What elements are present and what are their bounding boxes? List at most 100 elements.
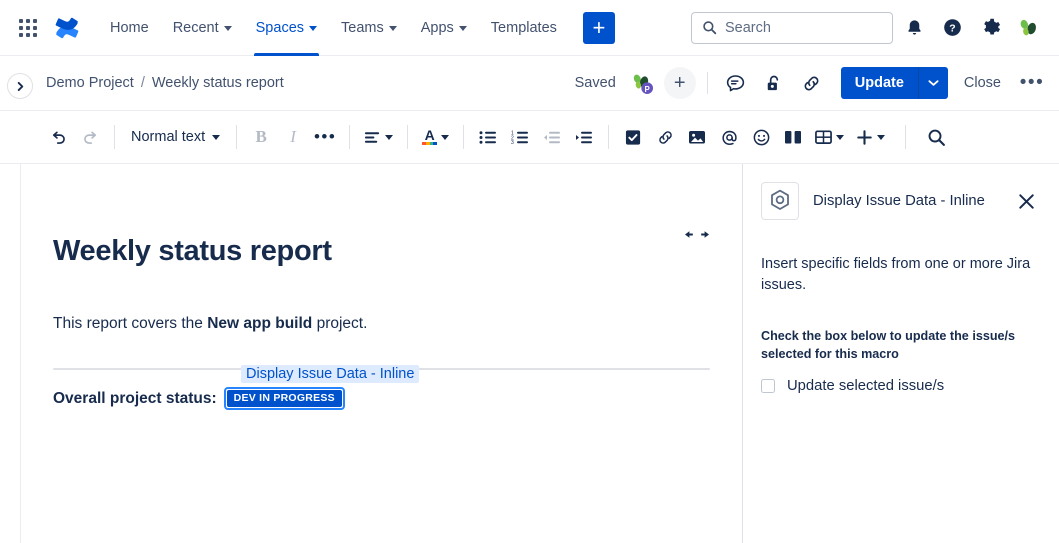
help-question-icon[interactable]: ? bbox=[935, 11, 969, 45]
page-layout-button[interactable] bbox=[777, 121, 809, 153]
breadcrumb-space[interactable]: Demo Project bbox=[46, 75, 134, 91]
add-collaborator-button[interactable]: + bbox=[663, 67, 696, 99]
expand-sidebar-button[interactable] bbox=[7, 73, 33, 99]
close-x-icon bbox=[1018, 193, 1034, 209]
search-icon bbox=[928, 129, 945, 146]
insert-link-button[interactable] bbox=[649, 121, 681, 153]
status-macro-block: Display Issue Data - Inline Overall proj… bbox=[53, 365, 711, 411]
global-nav-items: Home Recent Spaces Teams Apps Templates bbox=[98, 0, 569, 56]
bold-button[interactable]: B bbox=[245, 121, 277, 153]
svg-text:P: P bbox=[645, 84, 650, 93]
settings-gear-icon[interactable] bbox=[973, 11, 1007, 45]
divider bbox=[905, 125, 907, 149]
emoji-button[interactable] bbox=[745, 121, 777, 153]
global-nav-left: Home Recent Spaces Teams Apps Templates … bbox=[0, 0, 615, 56]
update-button[interactable]: Update bbox=[840, 67, 918, 99]
breadcrumb-separator: / bbox=[140, 75, 145, 91]
text-alignment-button[interactable] bbox=[358, 121, 399, 153]
notifications-bell-icon[interactable] bbox=[897, 11, 931, 45]
more-actions-button[interactable]: ••• bbox=[1017, 67, 1047, 99]
nav-item-home[interactable]: Home bbox=[98, 0, 161, 56]
intro-text-before: This report covers the bbox=[53, 314, 208, 332]
page-layout-icon bbox=[785, 131, 802, 144]
apps-grid-glyph bbox=[19, 18, 37, 37]
document-content: Weekly status report This report covers … bbox=[21, 164, 711, 411]
undo-button[interactable] bbox=[42, 121, 74, 153]
search-placeholder: Search bbox=[725, 19, 771, 36]
nav-item-label: Teams bbox=[341, 19, 384, 36]
confluence-editor-window: Home Recent Spaces Teams Apps Templates … bbox=[0, 0, 1059, 543]
text-style-dropdown[interactable]: Normal text bbox=[123, 121, 228, 153]
macro-update-note: Check the box below to update the issue/… bbox=[761, 329, 1016, 361]
page-header-actions: Saved P + Update Close ••• bbox=[575, 66, 1059, 100]
task-list-button[interactable] bbox=[617, 121, 649, 153]
content-width-resize-handle[interactable] bbox=[684, 228, 710, 241]
chevron-down-icon bbox=[212, 134, 221, 140]
update-selected-issues-checkbox[interactable] bbox=[761, 379, 775, 394]
chevron-down-icon bbox=[385, 134, 394, 140]
text-align-icon bbox=[365, 131, 380, 143]
macro-description: Insert specific fields from one or more … bbox=[761, 256, 1031, 293]
global-nav-right: Search ? bbox=[691, 11, 1059, 45]
divider bbox=[236, 125, 238, 149]
emoji-smiley-icon bbox=[753, 129, 770, 145]
status-macro-selection[interactable]: DEV IN PROGRESS bbox=[223, 387, 345, 411]
macro-config-title: Display Issue Data - Inline bbox=[813, 193, 985, 209]
page-header-bar: Demo Project / Weekly status report Save… bbox=[0, 56, 1059, 111]
insert-image-button[interactable] bbox=[681, 121, 713, 153]
user-avatar-icon[interactable] bbox=[1011, 11, 1045, 45]
numbered-list-button[interactable]: 1 2 3 bbox=[504, 121, 536, 153]
intro-text-after: project. bbox=[312, 314, 368, 332]
italic-button[interactable]: I bbox=[277, 121, 309, 153]
status-line: Overall project status: DEV IN PROGRESS bbox=[53, 387, 711, 411]
macro-name-label[interactable]: Display Issue Data - Inline bbox=[241, 365, 420, 384]
mention-at-icon bbox=[722, 130, 737, 145]
insert-more-button[interactable] bbox=[850, 121, 891, 153]
breadcrumb-page[interactable]: Weekly status report bbox=[152, 75, 284, 91]
search-input[interactable]: Search bbox=[691, 11, 893, 44]
text-color-button[interactable]: A bbox=[416, 121, 455, 153]
intro-paragraph[interactable]: This report covers the New app build pro… bbox=[53, 312, 711, 335]
nav-item-recent[interactable]: Recent bbox=[161, 0, 244, 56]
checkbox-task-icon bbox=[625, 129, 640, 145]
nav-item-templates[interactable]: Templates bbox=[479, 0, 569, 56]
create-button[interactable]: + bbox=[582, 11, 615, 44]
chevron-down-icon bbox=[928, 80, 939, 86]
indent-button[interactable] bbox=[568, 121, 600, 153]
close-panel-button[interactable] bbox=[1013, 188, 1039, 214]
nav-item-label: Recent bbox=[172, 19, 219, 36]
undo-arrow-icon bbox=[52, 131, 65, 144]
macro-config-panel: Display Issue Data - Inline Insert speci… bbox=[743, 164, 1059, 543]
unlocked-padlock-icon[interactable] bbox=[757, 66, 791, 100]
nav-item-teams[interactable]: Teams bbox=[329, 0, 409, 56]
insert-table-button[interactable] bbox=[809, 121, 850, 153]
nav-item-label: Spaces bbox=[255, 19, 305, 36]
text-color-letter: A bbox=[424, 127, 435, 143]
apps-grid-icon[interactable] bbox=[12, 12, 44, 44]
document-canvas[interactable]: Weekly status report This report covers … bbox=[21, 164, 742, 543]
more-formatting-button[interactable]: ••• bbox=[309, 121, 341, 153]
update-selected-issues-row[interactable]: Update selected issue/s bbox=[761, 378, 1039, 394]
divider bbox=[114, 125, 115, 149]
nav-item-apps[interactable]: Apps bbox=[409, 0, 479, 56]
bullet-list-button[interactable] bbox=[472, 121, 504, 153]
redo-button[interactable] bbox=[74, 121, 106, 153]
indent-icon bbox=[576, 131, 593, 143]
find-replace-button[interactable] bbox=[920, 121, 952, 153]
status-badge: DEV IN PROGRESS bbox=[226, 390, 342, 408]
confluence-logo-icon[interactable] bbox=[50, 11, 84, 45]
outdent-button[interactable] bbox=[536, 121, 568, 153]
update-options-button[interactable] bbox=[917, 67, 948, 99]
nav-item-spaces[interactable]: Spaces bbox=[244, 0, 329, 56]
chevron-down-icon bbox=[223, 26, 232, 31]
mention-button[interactable] bbox=[713, 121, 745, 153]
horizontal-resize-arrows-icon bbox=[685, 231, 709, 238]
intro-text-bold: New app build bbox=[207, 314, 313, 332]
copy-link-icon[interactable] bbox=[795, 66, 829, 100]
collaborator-avatar-icon[interactable]: P bbox=[626, 66, 660, 100]
page-title[interactable]: Weekly status report bbox=[53, 234, 711, 269]
divider bbox=[706, 72, 708, 94]
close-button[interactable]: Close bbox=[952, 67, 1013, 99]
chevron-down-icon bbox=[441, 134, 450, 140]
comment-icon[interactable] bbox=[719, 66, 753, 100]
